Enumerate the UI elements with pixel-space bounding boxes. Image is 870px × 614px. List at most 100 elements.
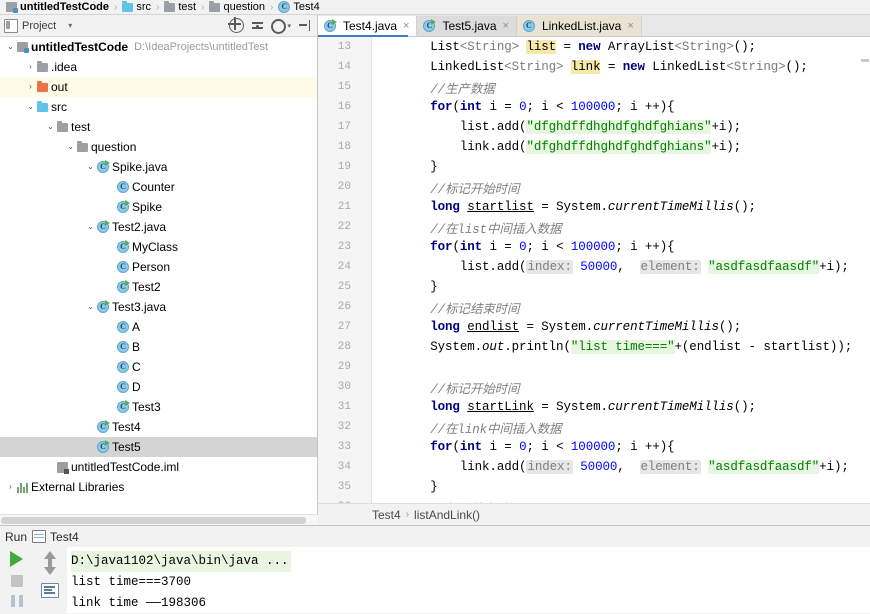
scroll-down-icon[interactable] [44, 562, 56, 575]
code-line-35[interactable]: 35 } [318, 477, 870, 497]
code-line-18[interactable]: 18 link.add("dfghdffdhghdfghdfghians"+i)… [318, 137, 870, 157]
code-line-16[interactable]: 16 for(int i = 0; i < 100000; i ++){ [318, 97, 870, 117]
code-line-text[interactable]: long endlist = System.currentTimeMillis(… [371, 320, 741, 334]
tree-node-test2[interactable]: ›CTest2 [0, 277, 317, 297]
tree-node-d[interactable]: ›CD [0, 377, 317, 397]
code-line-28[interactable]: 28 System.out.println("list time==="+(en… [318, 337, 870, 357]
code-line-text[interactable]: //在list中间插入数据 [371, 218, 561, 237]
close-icon[interactable]: × [403, 20, 409, 32]
code-line-text[interactable]: long startlist = System.currentTimeMilli… [371, 200, 756, 214]
console-command-line[interactable]: D:\java1102\java\bin\java ... [71, 551, 291, 572]
chevron-down-icon[interactable]: ⌄ [84, 301, 97, 313]
chevron-down-icon[interactable]: ⌄ [64, 141, 77, 153]
chevron-down-icon[interactable]: ⌄ [84, 161, 97, 173]
chevron-right-icon[interactable]: › [24, 61, 37, 73]
code-line-30[interactable]: 30 //标记开始时间 [318, 377, 870, 397]
code-line-text[interactable]: LinkedList<String> link = new LinkedList… [371, 60, 808, 74]
chevron-down-icon[interactable]: ⌄ [24, 101, 37, 113]
breadcrumb-item[interactable]: listAndLink() [414, 508, 480, 522]
code-line-text[interactable]: link.add(index: 50000, element: "asdfasd… [371, 460, 849, 474]
tree-node-untitledtestcode[interactable]: ⌄ untitledTestCode D:\IdeaProjects\untitle… [0, 37, 317, 57]
run-configuration-tab[interactable]: Test4 [32, 530, 79, 544]
pause-icon[interactable] [10, 595, 23, 607]
code-line-31[interactable]: 31 long startLink = System.currentTimeMi… [318, 397, 870, 417]
code-line-32[interactable]: 32 //在link中间插入数据 [318, 417, 870, 437]
code-line-text[interactable]: list.add(index: 50000, element: "asdfasd… [371, 260, 849, 274]
chevron-down-icon[interactable]: ⌄ [4, 41, 17, 53]
code-line-text[interactable]: } [371, 280, 438, 294]
tree-node-myclass[interactable]: ›CMyClass [0, 237, 317, 257]
settings-gear-icon[interactable] [271, 18, 287, 34]
code-line-text[interactable]: for(int i = 0; i < 100000; i ++){ [371, 440, 674, 454]
code-line-text[interactable]: link.add("dfghdffdhghdfghdfghians"+i); [371, 140, 741, 154]
collapse-all-icon[interactable] [251, 19, 264, 32]
code-line-text[interactable]: //标记开始时间 [371, 178, 519, 197]
tree-node-spike[interactable]: ›CSpike [0, 197, 317, 217]
scrollbar-thumb[interactable] [861, 59, 869, 62]
chevron-right-icon[interactable]: › [4, 481, 17, 493]
navbar-crumb-test4[interactable]: C Test4 [275, 0, 322, 15]
code-line-26[interactable]: 26 //标记结束时间 [318, 297, 870, 317]
navbar-crumb-question[interactable]: question [206, 0, 268, 15]
code-line-text[interactable]: List<String> list = new ArrayList<String… [371, 40, 756, 54]
scrollbar-thumb[interactable] [1, 517, 306, 524]
tree-node-person[interactable]: ›CPerson [0, 257, 317, 277]
breadcrumb-item[interactable]: Test4 [372, 508, 401, 522]
code-line-text[interactable]: //标记开始时间 [371, 378, 519, 397]
code-line-34[interactable]: 34 link.add(index: 50000, element: "asdf… [318, 457, 870, 477]
navbar-crumb-src[interactable]: src [119, 0, 154, 15]
tree-node-test[interactable]: ⌄ test [0, 117, 317, 137]
settings-gear-button[interactable]: ▾ [271, 18, 291, 34]
code-line-text[interactable]: } [371, 480, 438, 494]
code-line-33[interactable]: 33 for(int i = 0; i < 100000; i ++){ [318, 437, 870, 457]
tree-node-a[interactable]: ›CA [0, 317, 317, 337]
project-horizontal-scrollbar[interactable] [0, 514, 318, 525]
code-line-22[interactable]: 22 //在list中间插入数据 [318, 217, 870, 237]
editor-tab-test5-java[interactable]: C Test5.java × [417, 16, 517, 36]
code-line-27[interactable]: 27 long endlist = System.currentTimeMill… [318, 317, 870, 337]
tree-node-external-libraries[interactable]: › External Libraries [0, 477, 317, 497]
editor-tab-test4-java[interactable]: C Test4.java × [318, 16, 418, 36]
rerun-play-icon[interactable] [10, 551, 23, 567]
tree-node-untitledtestcode-iml[interactable]: › untitledTestCode.iml [0, 457, 317, 477]
editor-tab-linkedlist-java[interactable]: C LinkedList.java × [516, 16, 642, 36]
locate-target-icon[interactable] [227, 16, 245, 33]
soft-wrap-icon[interactable] [41, 583, 59, 598]
chevron-right-icon[interactable]: › [24, 81, 37, 93]
tree-node-test3-java[interactable]: ⌄ C Test3.java [0, 297, 317, 317]
code-line-text[interactable]: System.out.println("list time==="+(endli… [371, 340, 852, 354]
tree-node-test3[interactable]: ›CTest3 [0, 397, 317, 417]
chevron-down-icon[interactable]: ▾ [68, 21, 72, 30]
tree-node-counter[interactable]: ›CCounter [0, 177, 317, 197]
tree-node-c[interactable]: ›CC [0, 357, 317, 377]
tree-node-test5[interactable]: ›CTest5 [0, 437, 317, 457]
code-lines[interactable]: 13 List<String> list = new ArrayList<Str… [318, 37, 870, 504]
navbar-crumb-untitledtestcode[interactable]: untitledTestCode [3, 0, 112, 15]
console-output[interactable]: D:\java1102\java\bin\java ... list time==… [67, 547, 870, 613]
tree-node-b[interactable]: ›CB [0, 337, 317, 357]
code-line-20[interactable]: 20 //标记开始时间 [318, 177, 870, 197]
chevron-down-icon[interactable]: ⌄ [84, 221, 97, 233]
code-line-25[interactable]: 25 } [318, 277, 870, 297]
chevron-down-icon[interactable]: ▾ [287, 22, 291, 30]
code-line-text[interactable]: //在link中间插入数据 [371, 418, 561, 437]
code-line-text[interactable]: //标记结束时间 [371, 298, 519, 317]
code-line-17[interactable]: 17 list.add("dfghdffdhghdfghdfghians"+i)… [318, 117, 870, 137]
editor-code-area[interactable]: 13 List<String> list = new ArrayList<Str… [318, 37, 870, 504]
code-line-29[interactable]: 29 [318, 357, 870, 377]
code-line-text[interactable]: } [371, 160, 438, 174]
code-line-text[interactable]: //生产数据 [371, 78, 495, 97]
tree-node-spike-java[interactable]: ⌄ C Spike.java [0, 157, 317, 177]
editor-breadcrumb[interactable]: Test4 › listAndLink() [318, 503, 870, 525]
tree-node-question[interactable]: ⌄ question [0, 137, 317, 157]
code-line-13[interactable]: 13 List<String> list = new ArrayList<Str… [318, 37, 870, 57]
code-line-24[interactable]: 24 list.add(index: 50000, element: "asdf… [318, 257, 870, 277]
project-tree[interactable]: ⌄ untitledTestCode D:\IdeaProjects\untitle… [0, 37, 317, 502]
tree-node-src[interactable]: ⌄ src [0, 97, 317, 117]
code-line-14[interactable]: 14 LinkedList<String> link = new LinkedL… [318, 57, 870, 77]
project-panel-title[interactable]: Project ▾ [4, 18, 72, 33]
close-icon[interactable]: × [503, 20, 509, 32]
code-line-text[interactable]: for(int i = 0; i < 100000; i ++){ [371, 100, 674, 114]
code-line-text[interactable]: list.add("dfghdffdhghdfghdfghians"+i); [371, 120, 741, 134]
navbar-crumb-test[interactable]: test [161, 0, 199, 15]
